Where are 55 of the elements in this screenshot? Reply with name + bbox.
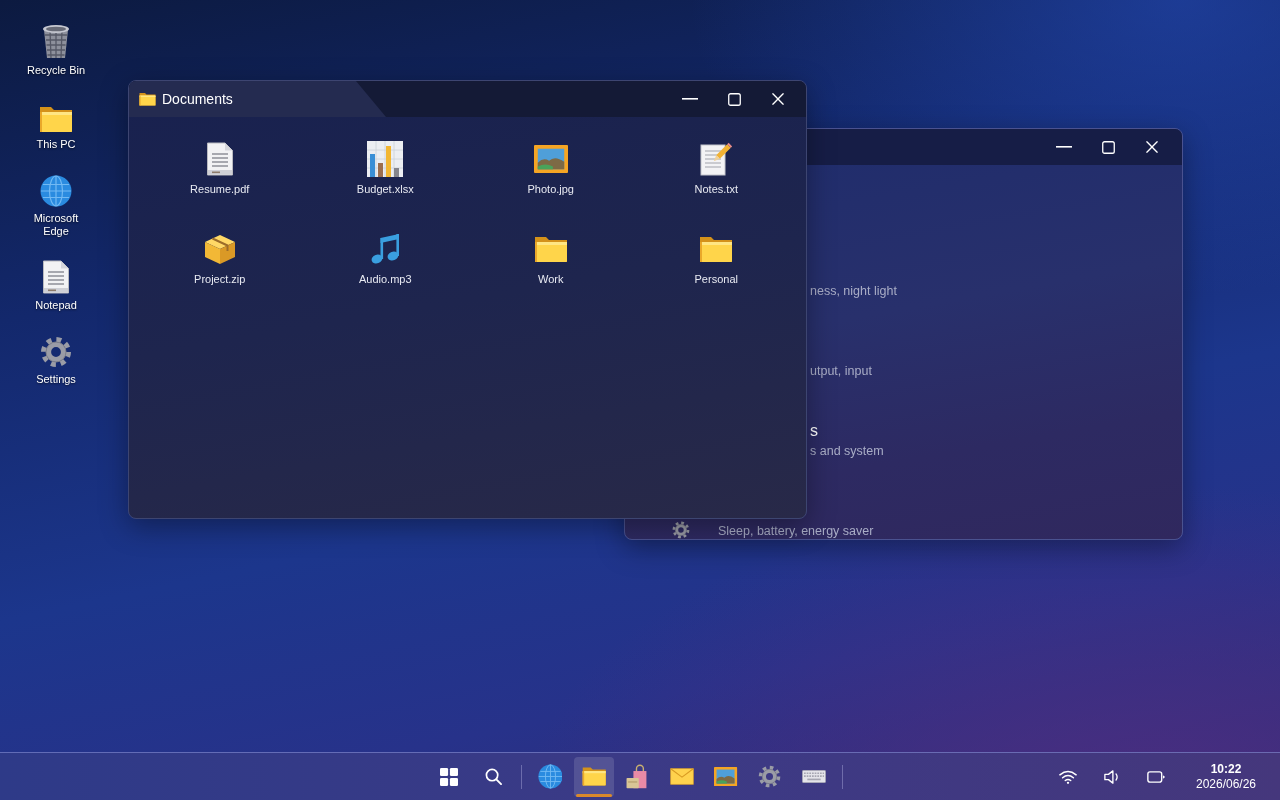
file-name[interactable]: Resume.pdf: [190, 183, 250, 196]
setting-description: Sleep, battery, energy saver: [718, 524, 874, 538]
gear-icon: [758, 765, 782, 788]
gear-icon: [672, 521, 690, 539]
four-squares-icon: [440, 767, 458, 786]
setting-description: ness, night light: [810, 284, 897, 298]
globe-icon[interactable]: [40, 175, 72, 207]
file-name[interactable]: Notes.txt: [694, 183, 738, 196]
shortcut-label[interactable]: Microsoft Edge: [24, 212, 88, 238]
file-name[interactable]: Project.zip: [194, 273, 246, 286]
file-name[interactable]: Budget.xlsx: [356, 183, 414, 196]
picture-icon: [714, 767, 738, 786]
globe-icon: [537, 764, 563, 789]
maximize-icon: [727, 92, 741, 106]
bar-chart-icon[interactable]: [367, 141, 404, 177]
gear-icon[interactable]: [40, 336, 72, 368]
file-name[interactable]: Personal: [694, 273, 738, 286]
battery-icon[interactable]: [1146, 770, 1166, 783]
envelope-icon: [670, 768, 694, 785]
clock-time[interactable]: 10:22: [1210, 761, 1242, 777]
close-icon: [772, 93, 784, 105]
close-icon: [1146, 141, 1158, 153]
minimize-icon: [1056, 146, 1072, 148]
trash-bin-icon[interactable]: [40, 23, 72, 59]
maximize-icon: [1101, 140, 1115, 154]
keyboard-icon: [802, 770, 826, 783]
clock-date[interactable]: 2026/06/26: [1195, 776, 1257, 792]
music-note-icon[interactable]: [370, 233, 401, 265]
speaker-icon[interactable]: [1104, 769, 1120, 784]
file-name[interactable]: Work: [538, 273, 564, 286]
folder-icon[interactable]: [533, 235, 568, 263]
shortcut-label[interactable]: Notepad: [35, 299, 77, 312]
setting-description: s and system: [810, 444, 884, 458]
folder-icon: [581, 766, 607, 787]
file-name[interactable]: Photo.jpg: [527, 183, 574, 196]
wifi-icon[interactable]: [1059, 769, 1077, 784]
shortcut-label[interactable]: This PC: [36, 138, 76, 151]
shortcut-label[interactable]: Settings: [36, 373, 76, 386]
minimize-icon: [682, 98, 698, 100]
window-tab[interactable]: Documents: [129, 81, 386, 117]
page-with-pencil-icon[interactable]: [699, 142, 734, 176]
taskbar-app-button[interactable]: [574, 756, 614, 797]
setting-description: utput, input: [810, 364, 872, 378]
document-icon[interactable]: [205, 142, 234, 176]
folder-icon[interactable]: [699, 235, 734, 263]
folder-icon: [139, 92, 156, 106]
window-title: Documents: [162, 91, 233, 107]
search-icon: [484, 768, 502, 785]
file-name[interactable]: Audio.mp3: [358, 273, 412, 286]
picture-icon[interactable]: [533, 145, 568, 173]
setting-title: s: [810, 421, 818, 440]
document-icon[interactable]: [42, 260, 70, 294]
folder-icon[interactable]: [39, 105, 73, 133]
box-icon[interactable]: [202, 233, 237, 265]
shortcut-label[interactable]: Recycle Bin: [26, 64, 86, 77]
